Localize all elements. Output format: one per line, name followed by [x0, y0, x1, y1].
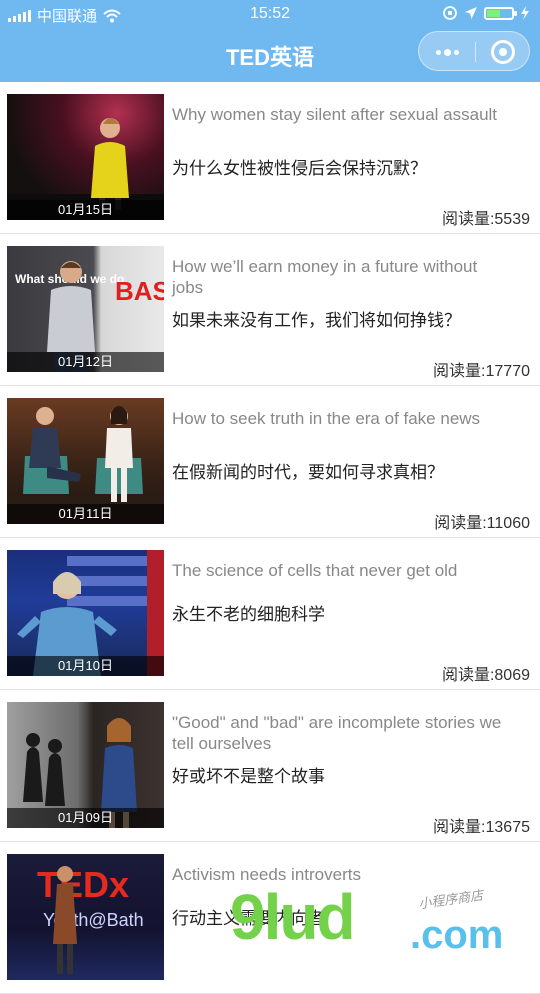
article-item[interactable]: 01月11日 How to seek truth in the era of f…: [0, 386, 540, 538]
article-title-zh[interactable]: 如果未来没有工作，我们将如何挣钱？: [172, 310, 527, 332]
article-thumbnail[interactable]: What should we do BASIC 01月12日: [7, 246, 164, 372]
speaker-image: TEDx Youth@Bath: [7, 854, 164, 980]
location-icon: [465, 7, 477, 19]
read-count: 阅读量:8069: [441, 667, 530, 684]
article-title-en[interactable]: The science of cells that never get old: [172, 560, 512, 581]
status-right: [442, 5, 530, 21]
article-date: 01月11日: [7, 504, 164, 524]
article-title-zh[interactable]: 为什么女性被性侵后会保持沉默？: [172, 158, 527, 180]
menu-capsule: [418, 31, 530, 71]
article-thumbnail[interactable]: TEDx Youth@Bath: [7, 854, 164, 980]
article-date: 01月15日: [7, 200, 164, 220]
article-title-en[interactable]: "Good" and "bad" are incomplete stories …: [172, 712, 512, 754]
status-bar: 中国联通 15:52: [0, 0, 540, 28]
article-thumbnail[interactable]: 01月11日: [7, 398, 164, 524]
article-title-zh[interactable]: 在假新闻的时代，要如何寻求真相？: [172, 462, 527, 484]
watermark-logo: 9lud .com 小程序商店: [230, 881, 503, 957]
article-date: 01月12日: [7, 352, 164, 372]
article-thumbnail[interactable]: 01月15日: [7, 94, 164, 220]
read-count: 阅读量:5539: [441, 211, 530, 228]
article-thumbnail[interactable]: 01月10日: [7, 550, 164, 676]
watermark-main: 9lud: [230, 881, 356, 953]
orientation-lock-icon: [443, 6, 457, 20]
nav-bar: TED英语: [0, 28, 540, 82]
capsule-divider: [475, 42, 476, 62]
charging-icon: [521, 6, 529, 20]
read-count: 阅读量:13675: [433, 819, 530, 836]
article-title-en[interactable]: Why women stay silent after sexual assau…: [172, 104, 512, 125]
article-item[interactable]: 01月15日 Why women stay silent after sexua…: [0, 82, 540, 234]
close-miniprogram-icon[interactable]: [491, 40, 515, 64]
article-title-zh[interactable]: 永生不老的细胞科学: [172, 604, 527, 626]
read-count: 阅读量:11060: [434, 515, 530, 532]
article-item[interactable]: What should we do BASIC 01月12日 How we’ll…: [0, 234, 540, 386]
article-item[interactable]: 01月10日 The science of cells that never g…: [0, 538, 540, 690]
article-item[interactable]: 01月09日 "Good" and "bad" are incomplete s…: [0, 690, 540, 842]
article-title-en[interactable]: How to seek truth in the era of fake new…: [172, 408, 512, 429]
more-options-icon[interactable]: [433, 43, 461, 61]
article-date: 01月10日: [7, 656, 164, 676]
article-list: 01月15日 Why women stay silent after sexua…: [0, 82, 540, 994]
article-thumbnail[interactable]: 01月09日: [7, 702, 164, 828]
watermark-com: .com: [410, 913, 504, 957]
read-count: 阅读量:17770: [433, 363, 530, 380]
battery-icon: [484, 6, 517, 20]
article-title-zh[interactable]: 好或坏不是整个故事: [172, 766, 527, 788]
article-date: 01月09日: [7, 808, 164, 828]
article-title-en[interactable]: How we’ll earn money in a future without…: [172, 256, 512, 298]
